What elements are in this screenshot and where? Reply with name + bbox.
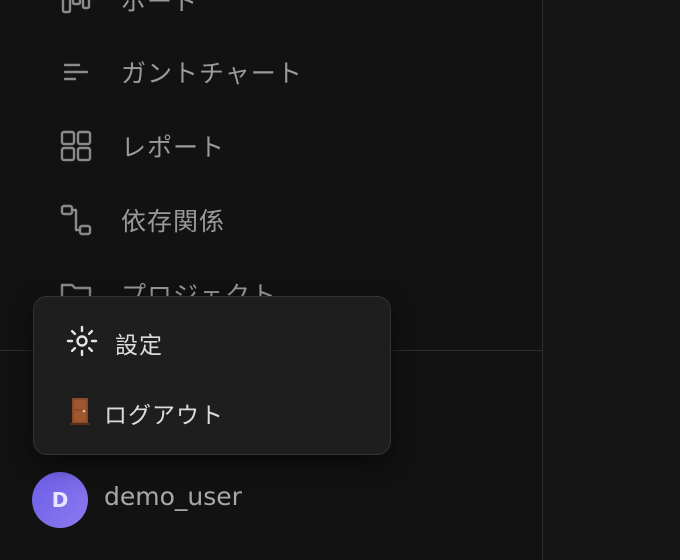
avatar[interactable]: D <box>32 472 88 528</box>
logout-menu-item[interactable]: ログアウト <box>34 383 390 439</box>
main-content <box>543 0 680 560</box>
sidebar-item-label: ボード <box>121 0 200 16</box>
sidebar-item-label: 依存関係 <box>121 207 226 236</box>
settings-label: 設定 <box>115 333 163 359</box>
sidebar-item-label: ガントチャート <box>121 59 303 88</box>
logout-label: ログアウト <box>104 403 224 429</box>
dependency-flow-icon <box>58 202 94 238</box>
app-window: ボード ガントチャート レポート 依存関係 D demo_user 設定 ログア… <box>0 0 680 560</box>
sidebar-item-board[interactable]: ボード <box>0 0 542 26</box>
user-profile[interactable]: D demo_user <box>0 470 542 530</box>
kanban-board-icon <box>58 0 94 18</box>
sidebar-item-dependencies[interactable]: 依存関係 <box>0 194 542 246</box>
door-icon <box>64 395 96 427</box>
grid-report-icon <box>58 128 94 164</box>
sidebar-item-gantt[interactable]: ガントチャート <box>0 46 542 98</box>
sun-gear-icon <box>66 325 98 357</box>
settings-menu-item[interactable]: 設定 <box>34 313 390 369</box>
user-menu-popup: 設定 ログアウト <box>33 296 391 455</box>
username: demo_user <box>104 482 242 511</box>
sidebar-item-report[interactable]: レポート <box>0 120 542 172</box>
sidebar-item-label: レポート <box>121 133 226 162</box>
gantt-chart-icon <box>58 54 94 90</box>
sidebar: ボード ガントチャート レポート 依存関係 D demo_user <box>0 0 543 560</box>
